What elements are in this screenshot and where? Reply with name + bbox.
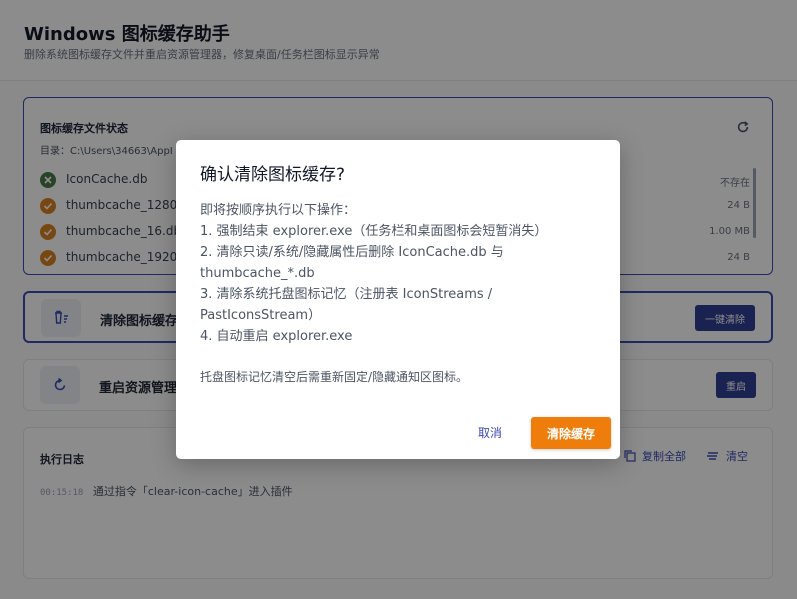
dialog-line: thumbcache_*.db [200, 266, 315, 281]
dialog-line: 即将按顺序执行以下操作： [200, 203, 357, 218]
dialog-line: 4. 自动重启 explorer.exe [200, 329, 353, 344]
dialog-line: PastIconsStream） [200, 308, 322, 323]
dialog-line: 2. 清除只读/系统/隐藏属性后删除 IconCache.db 与 [200, 245, 504, 260]
confirm-dialog: 确认清除图标缓存? 即将按顺序执行以下操作： 1. 强制结束 explorer.… [176, 140, 620, 459]
dialog-note: 托盘图标记忆清空后需重新固定/隐藏通知区图标。 [200, 370, 469, 384]
clear-cache-confirm-button[interactable]: 清除缓存 [531, 417, 611, 449]
dialog-title: 确认清除图标缓存? [200, 165, 346, 185]
dialog-line: 3. 清除系统托盘图标记忆（注册表 IconStreams / [200, 287, 493, 302]
cancel-button[interactable]: 取消 [472, 423, 508, 442]
dialog-line: 1. 强制结束 explorer.exe（任务栏和桌面图标会短暂消失） [200, 224, 548, 239]
dialog-body: 即将按顺序执行以下操作： 1. 强制结束 explorer.exe（任务栏和桌面… [200, 200, 596, 347]
